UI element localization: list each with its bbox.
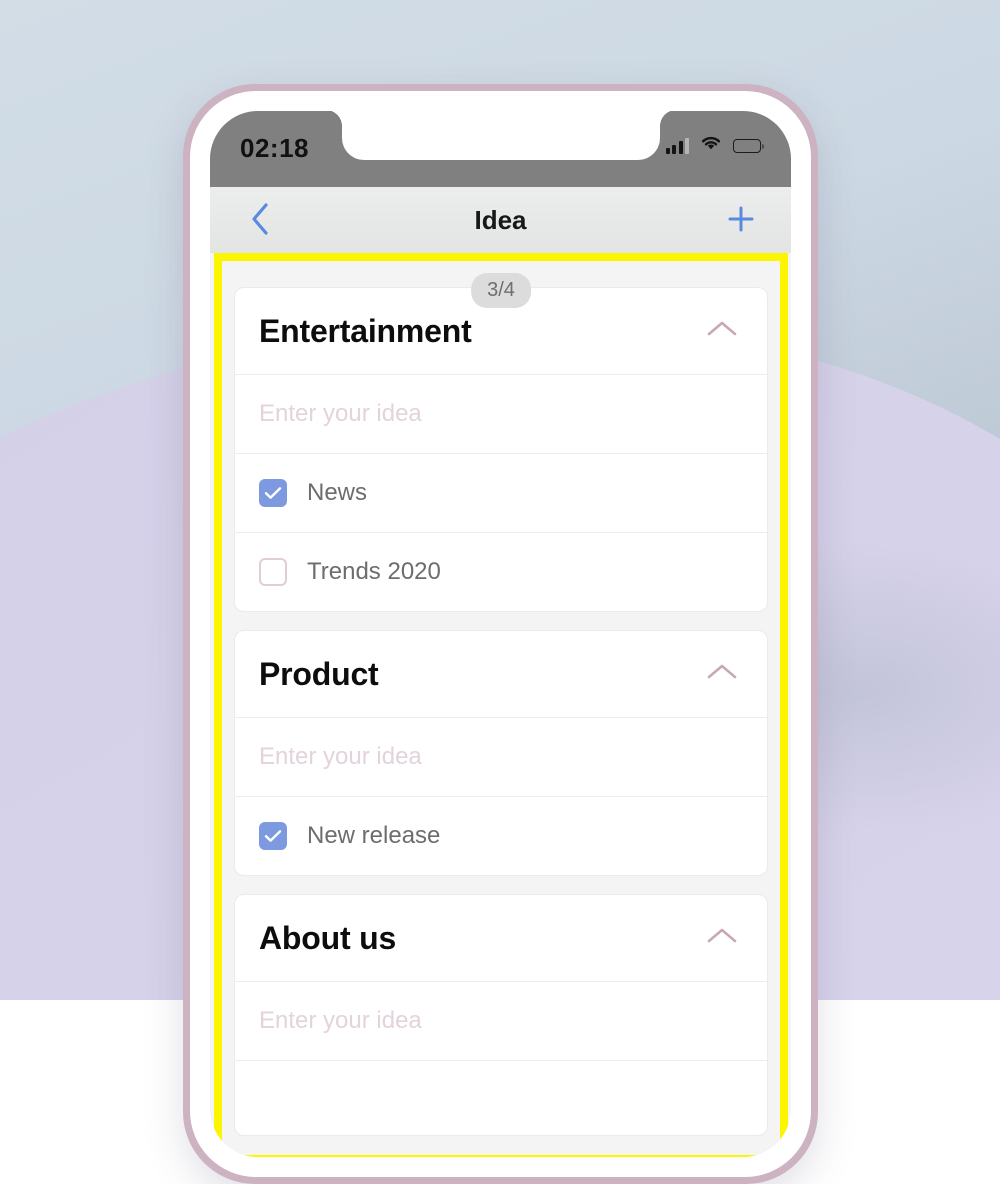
battery-icon — [733, 139, 761, 153]
highlight-annotation-box: 3/4 Entertainment — [214, 253, 788, 1157]
phone-screen: 02:18 — [210, 111, 791, 1157]
device-notch — [342, 111, 660, 160]
section-card-product: Product Enter your idea — [234, 630, 768, 876]
navigation-bar: Idea — [210, 187, 791, 253]
chevron-left-icon — [249, 202, 271, 239]
sections-list[interactable]: 3/4 Entertainment — [222, 261, 780, 1155]
idea-input-row-entertainment[interactable]: Enter your idea — [235, 375, 767, 454]
section-card-about-us: About us Enter your idea — [234, 894, 768, 1136]
status-bar: 02:18 — [210, 111, 791, 187]
idea-input-placeholder[interactable]: Enter your idea — [259, 400, 743, 428]
list-item-partial[interactable] — [235, 1061, 767, 1135]
chevron-up-icon — [705, 925, 739, 952]
idea-input-row-about-us[interactable]: Enter your idea — [235, 982, 767, 1061]
section-card-entertainment: Entertainment Enter your idea — [234, 287, 768, 612]
wifi-icon — [700, 135, 722, 156]
section-header-about-us[interactable]: About us — [235, 895, 767, 982]
add-button[interactable] — [721, 200, 761, 240]
list-item-label: New release — [307, 822, 440, 850]
checkbox-news[interactable] — [259, 479, 287, 507]
list-item-label: News — [307, 479, 367, 507]
idea-input-row-product[interactable]: Enter your idea — [235, 718, 767, 797]
section-title: About us — [259, 920, 396, 957]
plus-icon — [726, 204, 756, 237]
chevron-up-icon — [705, 318, 739, 345]
phone-frame: 02:18 — [183, 84, 818, 1184]
section-title: Entertainment — [259, 313, 472, 350]
status-bar-icons — [666, 135, 762, 156]
checkbox-trends-2020[interactable] — [259, 558, 287, 586]
idea-input-placeholder[interactable]: Enter your idea — [259, 1007, 743, 1035]
checkbox-new-release[interactable] — [259, 822, 287, 850]
page-title: Idea — [210, 205, 791, 236]
list-item[interactable]: Trends 2020 — [235, 533, 767, 611]
list-item-label: Trends 2020 — [307, 558, 441, 586]
collapse-toggle-about-us[interactable] — [701, 917, 743, 959]
section-header-product[interactable]: Product — [235, 631, 767, 718]
back-button[interactable] — [240, 200, 280, 240]
section-count-badge: 3/4 — [471, 273, 531, 308]
collapse-toggle-product[interactable] — [701, 653, 743, 695]
list-item[interactable]: New release — [235, 797, 767, 875]
chevron-up-icon — [705, 661, 739, 688]
cellular-signal-icon — [666, 138, 690, 154]
section-title: Product — [259, 656, 379, 693]
status-bar-time: 02:18 — [240, 133, 309, 164]
phone-bezel: 02:18 — [190, 91, 811, 1177]
idea-input-placeholder[interactable]: Enter your idea — [259, 743, 743, 771]
list-item[interactable]: News — [235, 454, 767, 533]
collapse-toggle-entertainment[interactable] — [701, 310, 743, 352]
